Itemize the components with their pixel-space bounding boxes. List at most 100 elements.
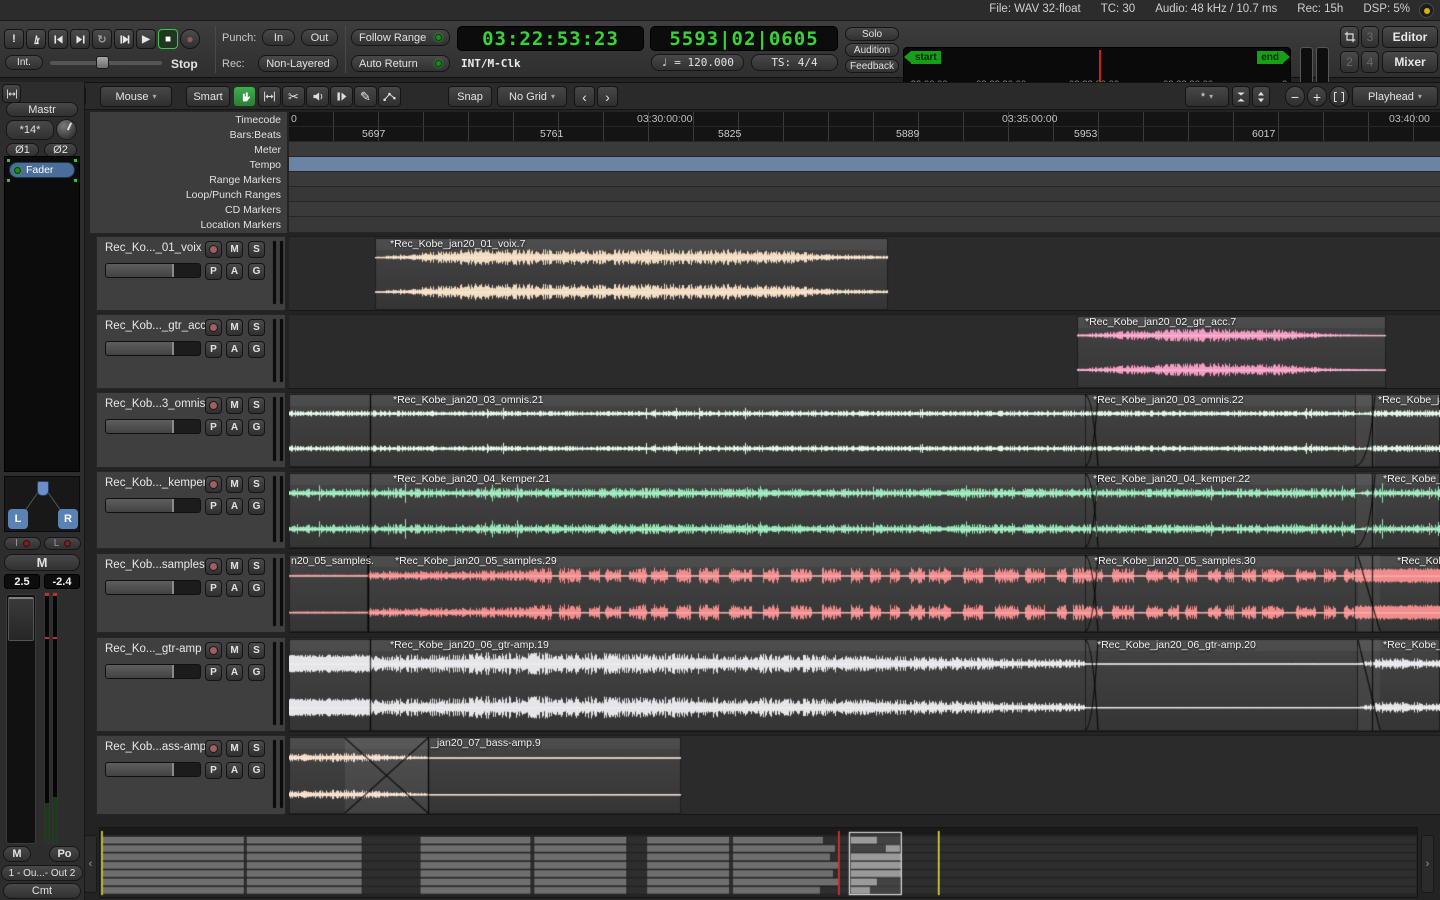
- zoom-out-button[interactable]: −: [1285, 86, 1305, 107]
- session-start-flag[interactable]: start: [911, 51, 941, 64]
- track-playlist-button[interactable]: P: [205, 263, 222, 280]
- nudge-forward-button[interactable]: ›: [597, 86, 618, 107]
- shrink-tracks-button[interactable]: [1232, 86, 1250, 107]
- track-automation-button[interactable]: A: [226, 762, 243, 779]
- track-mute-button[interactable]: M: [226, 241, 243, 258]
- track-gain-slider[interactable]: [105, 419, 201, 434]
- track-header-1[interactable]: Rec_Ko..._01_voixMSPAG: [96, 236, 285, 311]
- track-mute-button[interactable]: M: [226, 397, 243, 414]
- mono-button[interactable]: M: [4, 554, 80, 571]
- track-solo-button[interactable]: S: [248, 476, 265, 493]
- tempo-button[interactable]: ♩ = 120.000: [651, 54, 744, 71]
- phase-invert-1-button[interactable]: Ø1: [6, 143, 39, 157]
- marker-select-dropdown[interactable]: *▾: [1185, 86, 1229, 107]
- track-header-7[interactable]: Rec_Kob...ass-ampMSPAG: [96, 735, 285, 815]
- track-record-enable-button[interactable]: [205, 241, 222, 258]
- auto-return-button[interactable]: Auto Return: [351, 55, 450, 72]
- cut-tool-button[interactable]: ✂: [282, 86, 305, 107]
- pan-left-node[interactable]: L: [8, 509, 28, 529]
- track-mute-button[interactable]: M: [226, 558, 243, 575]
- session-end-flag[interactable]: end: [1257, 51, 1283, 64]
- track-group-button[interactable]: G: [248, 580, 265, 597]
- track-group-button[interactable]: G: [248, 762, 265, 779]
- play-button[interactable]: ▶: [136, 29, 156, 49]
- layout-4-button[interactable]: 4: [1361, 51, 1379, 73]
- slider-handle[interactable]: [172, 264, 174, 277]
- track-gain-slider[interactable]: [105, 498, 201, 513]
- pan-handle[interactable]: [37, 481, 49, 496]
- track-playlist-button[interactable]: P: [205, 664, 222, 681]
- loop-button[interactable]: ↻: [92, 29, 112, 49]
- range-tool-button[interactable]: [258, 86, 281, 107]
- ruler-row-0[interactable]: [289, 112, 1440, 127]
- track-canvas-2[interactable]: *Rec_Kobe_jan20_02_gtr_acc.7: [289, 314, 1440, 389]
- summary-scroll-right-button[interactable]: ›: [1421, 835, 1434, 893]
- track-waveform-canvas[interactable]: [289, 315, 1440, 389]
- slider-handle[interactable]: [172, 342, 174, 355]
- track-gain-slider[interactable]: [105, 762, 201, 777]
- auto-play-button[interactable]: [114, 29, 134, 49]
- track-waveform-canvas[interactable]: [289, 638, 1440, 732]
- track-canvas-7[interactable]: _jan20_07_bass-amp.9: [289, 735, 1440, 815]
- track-header-2[interactable]: Rec_Kob..._gtr_accMSPAG: [96, 314, 285, 389]
- track-canvas-4[interactable]: *Rec_Kobe_jan20_04_kemper.21*Rec_Kobe_ja…: [289, 471, 1440, 549]
- monitor-fader-handle[interactable]: [8, 597, 34, 641]
- track-group-button[interactable]: G: [248, 263, 265, 280]
- metering-point-button[interactable]: M: [3, 846, 31, 862]
- track-playlist-button[interactable]: P: [205, 580, 222, 597]
- midi-panic-button[interactable]: !: [4, 29, 24, 49]
- track-record-enable-button[interactable]: [205, 558, 222, 575]
- track-solo-button[interactable]: S: [248, 397, 265, 414]
- track-waveform-canvas[interactable]: [289, 472, 1440, 549]
- monitor-fader[interactable]: [6, 594, 36, 844]
- track-gain-slider[interactable]: [105, 664, 201, 679]
- track-mute-button[interactable]: M: [226, 476, 243, 493]
- punch-out-button[interactable]: Out: [301, 29, 338, 46]
- track-canvas-6[interactable]: *Rec_Kobe_jan20_06_gtr-amp.19*Rec_Kobe_j…: [289, 637, 1440, 732]
- output-button[interactable]: 1 - Ou...- Out 2: [1, 865, 83, 881]
- track-waveform-canvas[interactable]: [289, 393, 1440, 468]
- track-waveform-canvas[interactable]: [289, 554, 1440, 633]
- track-mute-button[interactable]: M: [226, 319, 243, 336]
- record-mode-button[interactable]: Non-Layered: [258, 55, 338, 72]
- track-waveform-canvas[interactable]: [289, 736, 1440, 815]
- follow-range-button[interactable]: Follow Range: [351, 29, 450, 46]
- ruler-row-6[interactable]: [289, 202, 1440, 217]
- stop-button[interactable]: ■: [158, 29, 178, 49]
- track-canvas-1[interactable]: *Rec_Kobe_jan20_01_voix.7: [289, 236, 1440, 311]
- track-header-3[interactable]: Rec_Kob...3_omnisMSPAG: [96, 392, 285, 468]
- goto-end-button[interactable]: [70, 29, 90, 49]
- track-solo-button[interactable]: S: [248, 558, 265, 575]
- track-mute-button[interactable]: M: [226, 642, 243, 659]
- solo-button[interactable]: Solo: [845, 27, 899, 41]
- track-name-label[interactable]: Rec_Ko..._01_voix: [105, 242, 202, 254]
- pan-right-node[interactable]: R: [58, 509, 78, 529]
- feedback-button[interactable]: Feedback: [845, 59, 899, 73]
- track-name-label[interactable]: Rec_Kob...samples: [105, 559, 205, 571]
- track-record-enable-button[interactable]: [205, 319, 222, 336]
- punch-in-button[interactable]: In: [262, 29, 295, 46]
- track-header-6[interactable]: Rec_Ko..._gtr-ampMSPAG: [96, 637, 285, 732]
- track-solo-button[interactable]: S: [248, 642, 265, 659]
- track-group-button[interactable]: G: [248, 341, 265, 358]
- track-playlist-button[interactable]: P: [205, 341, 222, 358]
- pan-widget[interactable]: L R: [4, 476, 80, 532]
- ruler-row-2[interactable]: [289, 142, 1440, 157]
- audition-tool-button[interactable]: [306, 86, 329, 107]
- grid-mode-dropdown[interactable]: No Grid▾: [497, 86, 567, 107]
- edit-internal-tool-button[interactable]: [378, 86, 401, 107]
- track-playlist-button[interactable]: P: [205, 419, 222, 436]
- secondary-clock[interactable]: 5593|02|0605: [650, 26, 838, 51]
- track-automation-button[interactable]: A: [226, 341, 243, 358]
- track-gain-slider[interactable]: [105, 341, 201, 356]
- slider-handle[interactable]: [172, 763, 174, 776]
- monitor-gain-knob[interactable]: [56, 119, 77, 140]
- track-canvas-3[interactable]: *Rec_Kobe_jan20_03_omnis.21*Rec_Kobe_jan…: [289, 392, 1440, 468]
- audition-button[interactable]: Audition: [845, 43, 899, 57]
- track-header-5[interactable]: Rec_Kob...samplesMSPAG: [96, 553, 285, 633]
- track-record-enable-button[interactable]: [205, 397, 222, 414]
- track-name-label[interactable]: Rec_Kob..._gtr_acc: [105, 320, 206, 332]
- slider-handle[interactable]: [172, 499, 174, 512]
- mouse-mode-dropdown[interactable]: Mouse▾: [100, 86, 172, 107]
- lock-button[interactable]: L: [44, 537, 81, 550]
